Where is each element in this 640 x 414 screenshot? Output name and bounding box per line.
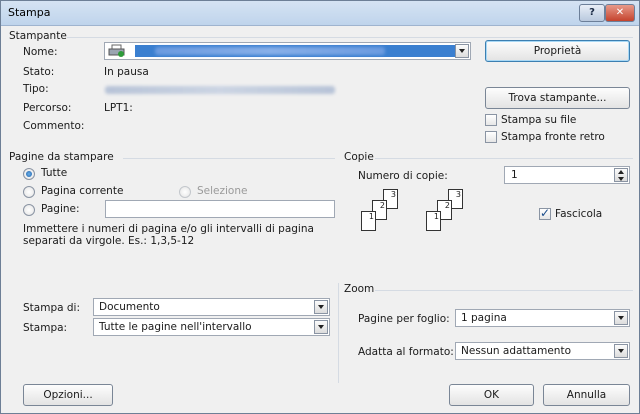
options-button-label: Opzioni... [43, 389, 93, 401]
printer-name-selected-highlight [135, 45, 455, 57]
pages-section-label: Pagine da stampare [9, 151, 114, 163]
pages-range-label[interactable]: Pagine: [41, 203, 80, 215]
zoom-section-label: Zoom [344, 283, 375, 295]
copies-count-label: Numero di copie: [358, 170, 448, 182]
chevron-down-icon[interactable] [455, 44, 469, 58]
pages-section-divider [123, 158, 335, 159]
printer-name-label: Nome: [23, 46, 58, 58]
scale-label: Adatta al formato: [358, 346, 454, 358]
cancel-button[interactable]: Annulla [543, 384, 630, 406]
printer-state-value: In pausa [104, 66, 149, 78]
pages-all-label[interactable]: Tutte [41, 167, 67, 179]
printer-name-redacted [155, 47, 385, 55]
print-range-select[interactable]: Tutte le pagine nell'intervallo [93, 318, 330, 336]
window-title: Stampa [8, 6, 51, 19]
chevron-down-icon[interactable] [614, 344, 628, 358]
printer-icon [108, 44, 126, 58]
print-dialog: Stampa ? ✕ Stampante Nome: Proprietà Sta… [0, 0, 640, 414]
pages-per-sheet-label: Pagine per foglio: [358, 313, 450, 325]
pages-per-sheet-value: 1 pagina [461, 312, 507, 324]
print-what-select[interactable]: Documento [93, 298, 330, 316]
options-button[interactable]: Opzioni... [23, 384, 113, 406]
collate-label[interactable]: Fascicola [555, 208, 602, 220]
collate-page-1a: 1 [361, 211, 376, 231]
printer-section-divider [67, 37, 633, 38]
chevron-down-icon[interactable] [314, 320, 328, 334]
print-what-label: Stampa di: [23, 302, 81, 314]
pages-current-label[interactable]: Pagina corrente [41, 185, 123, 197]
pages-hint-line2: separati da virgole. Es.: 1,3,5-12 [23, 235, 195, 247]
scale-value: Nessun adattamento [461, 345, 571, 357]
printer-name-select[interactable] [104, 42, 471, 60]
chevron-down-icon[interactable] [614, 311, 628, 325]
chevron-down-icon[interactable] [314, 300, 328, 314]
cancel-button-label: Annulla [566, 389, 607, 401]
find-printer-button[interactable]: Trova stampante... [485, 87, 630, 109]
print-to-file-checkbox[interactable] [485, 114, 497, 126]
duplex-label[interactable]: Stampa fronte retro [501, 131, 605, 143]
collate-illustration-2: 3 2 1 [426, 189, 486, 234]
print-range-label: Stampa: [23, 322, 68, 334]
ok-button[interactable]: OK [449, 384, 534, 406]
collate-checkbox[interactable] [539, 206, 551, 220]
printer-type-redacted [105, 86, 335, 94]
zoom-divider-vertical [338, 283, 339, 383]
printer-comment-label: Commento: [23, 120, 85, 132]
close-button[interactable]: ✕ [605, 4, 635, 22]
pages-hint-line1: Immettere i numeri di pagina e/o gli int… [23, 223, 314, 235]
duplex-checkbox[interactable] [485, 131, 497, 143]
pages-selection-radio [179, 186, 191, 198]
collate-illustration: 3 2 1 [361, 189, 421, 234]
pages-range-input[interactable] [105, 200, 335, 218]
scale-select[interactable]: Nessun adattamento [455, 342, 630, 360]
pages-selection-label: Selezione [197, 185, 248, 197]
find-printer-button-label: Trova stampante... [508, 92, 607, 104]
copies-count-input[interactable]: 1 [504, 166, 630, 184]
printer-type-label: Tipo: [23, 83, 49, 95]
copies-count-value: 1 [511, 169, 518, 181]
properties-button-label: Proprietà [533, 45, 582, 57]
zoom-section-divider [375, 290, 633, 291]
title-bar: Stampa ? ✕ [1, 1, 639, 26]
properties-button[interactable]: Proprietà [485, 40, 630, 62]
copies-section-label: Copie [344, 151, 374, 163]
ok-button-label: OK [483, 389, 500, 401]
pages-all-radio[interactable] [23, 168, 35, 180]
copies-section-divider [375, 158, 633, 159]
printer-path-value: LPT1: [104, 102, 133, 114]
copies-count-spinner[interactable] [614, 168, 628, 182]
help-button[interactable]: ? [579, 4, 605, 22]
print-to-file-label[interactable]: Stampa su file [501, 114, 576, 126]
printer-state-label: Stato: [23, 66, 55, 78]
print-range-value: Tutte le pagine nell'intervallo [99, 321, 252, 333]
printer-section-label: Stampante [9, 30, 67, 42]
printer-path-label: Percorso: [23, 102, 72, 114]
pages-current-radio[interactable] [23, 186, 35, 198]
print-what-value: Documento [99, 301, 160, 313]
pages-per-sheet-select[interactable]: 1 pagina [455, 309, 630, 327]
collate-page-1b: 1 [426, 211, 441, 231]
pages-range-radio[interactable] [23, 204, 35, 216]
